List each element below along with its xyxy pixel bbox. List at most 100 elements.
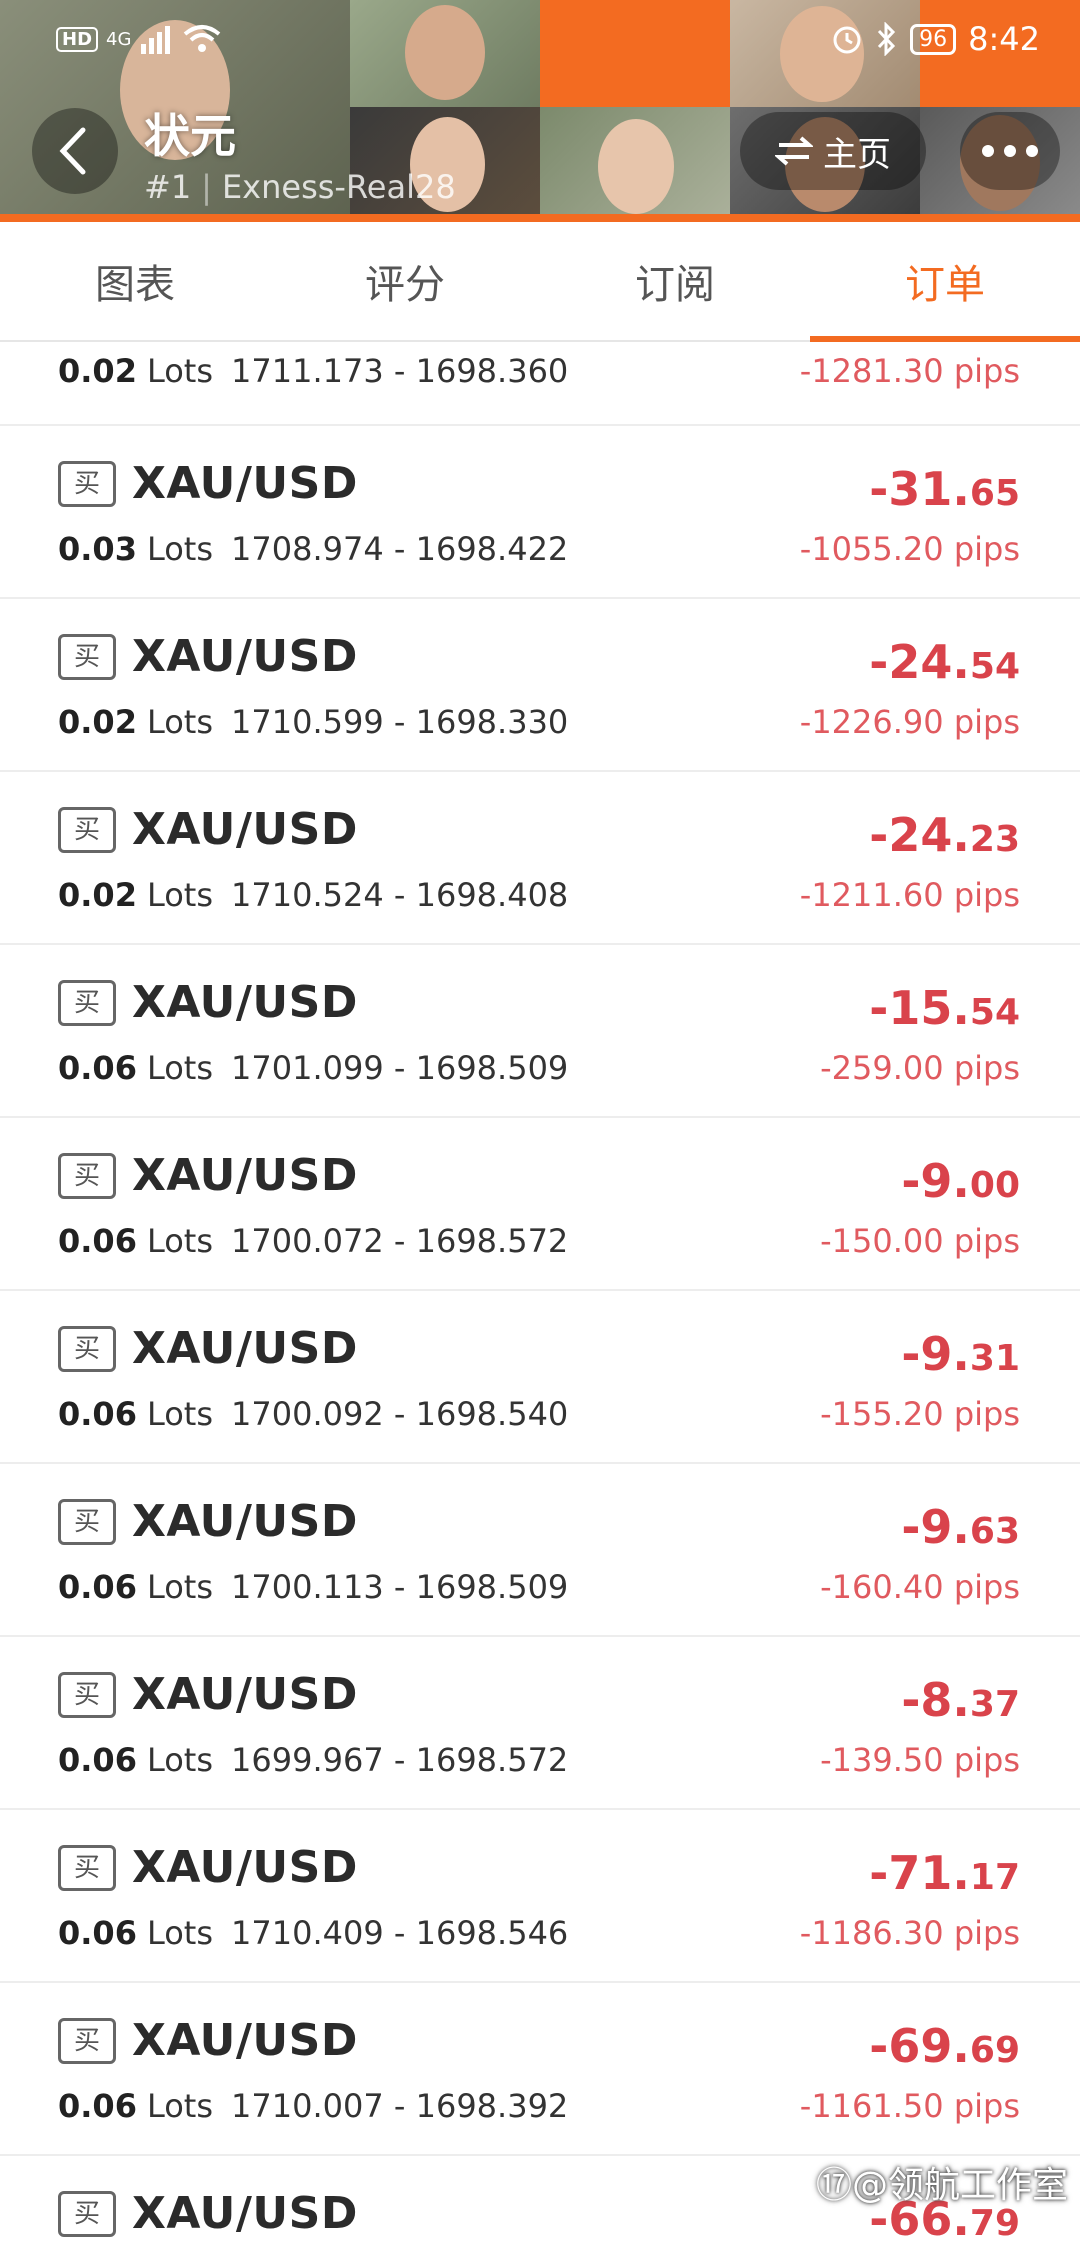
home-button[interactable]: 主页 [740,112,926,190]
order-detail: 0.06 Lots 1700.113 - 1698.509 [58,1568,568,1606]
wifi-icon [184,25,221,52]
buy-side-badge: 买 [58,1844,116,1891]
lot-unit: Lots [146,1395,214,1433]
order-profit: -15.54 [869,981,1020,1035]
order-profit: -9.31 [901,1327,1020,1381]
order-pips: -259.00 pips [820,1049,1020,1087]
profit-decimal: 54 [969,992,1020,1033]
price-range: 1701.099 - 1698.509 [231,1049,569,1087]
order-symbol: XAU/USD [132,804,358,855]
tab-chart[interactable]: 图表 [0,222,270,340]
list-item[interactable]: 买 XAU/USD 0.06 Lots 1700.113 - 1698.509 -9.63… [0,1464,1080,1637]
profit-integer: -8. [901,1673,970,1727]
list-item[interactable]: 买 XAU/USD 0.06 Lots 1699.967 - 1698.572 -8.37… [0,1637,1080,1810]
list-item[interactable]: 买 XAU/USD 0.06 Lots 1710.409 - 1698.546 -71.1… [0,1810,1080,1983]
order-symbol-line: 买 XAU/USD [58,458,358,509]
profit-integer: -9. [901,1327,970,1381]
list-item[interactable]: 0.02 Lots 1711.173 - 1698.360 -1281.30 pip… [0,340,1080,426]
switch-arrows-icon [775,136,813,166]
list-item[interactable]: 买 XAU/USD 0.06 Lots 1701.099 - 1698.509 -15.5… [0,945,1080,1118]
order-pips: -155.20 pips [820,1395,1020,1433]
order-symbol: XAU/USD [132,1842,358,1893]
tab-subscribe[interactable]: 订阅 [540,222,810,340]
lot-size: 0.06 [58,1914,137,1952]
back-button[interactable] [32,108,118,194]
more-options-button[interactable] [960,112,1060,190]
lot-unit: Lots [146,1741,214,1779]
buy-side-badge: 买 [58,1325,116,1372]
lot-unit: Lots [146,876,214,914]
buy-side-badge: 买 [58,633,116,680]
lot-size: 0.06 [58,1741,137,1779]
order-detail: 0.06 Lots 1700.072 - 1698.572 [58,1222,568,1260]
order-detail: 0.02 Lots 1711.173 - 1698.360 [58,352,568,390]
price-range: 1710.007 - 1698.392 [231,2087,569,2125]
hd-indicator: HD [56,26,99,52]
order-profit: -24.23 [869,808,1020,862]
order-symbol: XAU/USD [132,458,358,509]
order-pips: -150.00 pips [820,1222,1020,1260]
lot-unit: Lots [146,1914,214,1952]
order-detail: 0.06 Lots 1701.099 - 1698.509 [58,1049,568,1087]
order-detail: 0.02 Lots 1710.524 - 1698.408 [58,876,568,914]
tab-orders[interactable]: 订单 [810,222,1080,342]
profit-integer: -9. [901,1154,970,1208]
price-range: 1700.072 - 1698.572 [231,1222,569,1260]
list-item[interactable]: 买 XAU/USD 0.06 Lots 1710.007 - 1698.392 -69.6… [0,1983,1080,2156]
price-range: 1710.409 - 1698.546 [231,1914,569,1952]
lot-unit: Lots [146,703,214,741]
order-symbol-line: 买 XAU/USD [58,631,358,682]
order-pips: -1211.60 pips [799,876,1020,914]
clock: 8:42 [968,20,1040,58]
lot-unit: Lots [146,530,214,568]
profit-integer: -71. [869,1846,970,1900]
order-symbol: XAU/USD [132,977,358,1028]
order-symbol: XAU/USD [132,1669,358,1720]
order-symbol-line: 买 XAU/USD [58,804,358,855]
profit-integer: -69. [869,2019,970,2073]
price-range: 1699.967 - 1698.572 [231,1741,569,1779]
order-symbol-line: 买 XAU/USD [58,2188,358,2239]
lot-unit: Lots [146,1568,214,1606]
bluetooth-icon [878,22,896,56]
trader-rank: #1 [144,168,192,206]
lot-unit: Lots [146,2087,214,2125]
buy-side-badge: 买 [58,460,116,507]
order-symbol-line: 买 XAU/USD [58,1496,358,1547]
profit-decimal: 17 [969,1857,1020,1898]
order-symbol-line: 买 XAU/USD [58,1150,358,1201]
list-item[interactable]: 买 XAU/USD 0.03 Lots 1708.974 - 1698.422 -31.6… [0,426,1080,599]
profit-integer: -31. [869,462,970,516]
order-detail: 0.06 Lots 1700.092 - 1698.540 [58,1395,568,1433]
battery-indicator: 96 [910,23,957,55]
profit-integer: -15. [869,981,970,1035]
price-range: 1711.173 - 1698.360 [231,352,569,390]
list-item[interactable]: 买 XAU/USD 0.06 Lots 1700.092 - 1698.540 -9.31… [0,1291,1080,1464]
price-range: 1710.524 - 1698.408 [231,876,569,914]
profit-integer: -24. [869,635,970,689]
tab-label: 订阅 [635,262,715,308]
divider: | [201,168,212,206]
order-list[interactable]: 0.02 Lots 1711.173 - 1698.360 -1281.30 pip… [0,340,1080,2244]
list-item[interactable]: 买 XAU/USD 0.06 Lots 1700.072 - 1698.572 -9.00… [0,1118,1080,1291]
order-pips: -1055.20 pips [799,530,1020,568]
list-item[interactable]: 买 XAU/USD 0.02 Lots 1710.524 - 1698.408 -24.2… [0,772,1080,945]
profit-decimal: 79 [969,2203,1020,2244]
header-accent-strip [0,214,1080,222]
list-item[interactable]: 买 XAU/USD 0.02 Lots 1710.599 - 1698.330 -24.5… [0,599,1080,772]
profit-integer: -9. [901,1500,970,1554]
lot-size: 0.03 [58,530,137,568]
order-symbol: XAU/USD [132,2015,358,2066]
order-symbol: XAU/USD [132,631,358,682]
order-pips: -1186.30 pips [799,1914,1020,1952]
order-profit: -24.54 [869,635,1020,689]
tab-rating[interactable]: 评分 [270,222,540,340]
signal-icon [141,26,171,54]
tab-label: 图表 [95,262,175,308]
profit-decimal: 37 [969,1684,1020,1725]
order-symbol: XAU/USD [132,1496,358,1547]
lot-unit: Lots [146,352,214,390]
buy-side-badge: 买 [58,2017,116,2064]
price-range: 1710.599 - 1698.330 [231,703,569,741]
tab-label: 订单 [905,262,985,308]
